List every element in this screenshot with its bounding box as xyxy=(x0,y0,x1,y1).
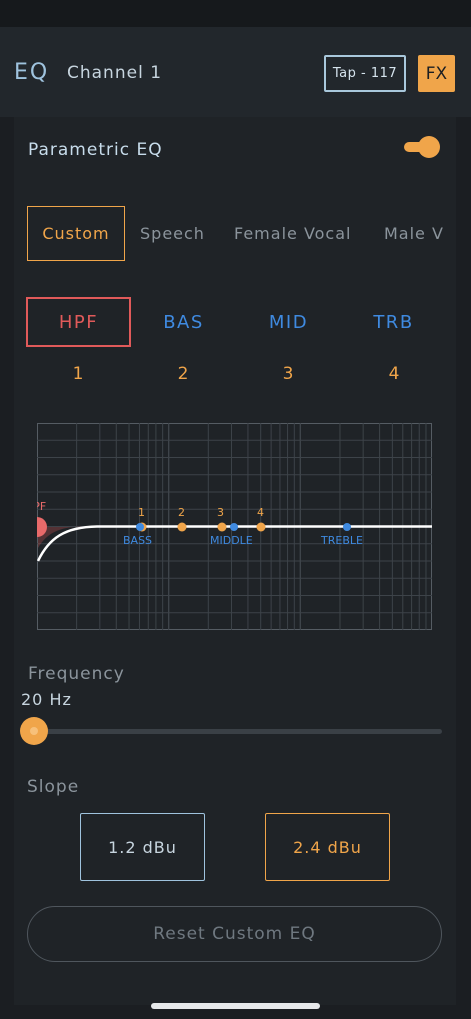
point-label-4: 4 xyxy=(257,506,264,519)
slope-option-1[interactable]: 1.2 dBu xyxy=(80,813,205,881)
toggle-knob xyxy=(418,136,440,158)
slope-option-2[interactable]: 2.4 dBu xyxy=(265,813,390,881)
eq-response-graph[interactable]: HPF 1 2 3 4 BASS MIDDLE TREBLE xyxy=(37,423,432,630)
point-label-1: 1 xyxy=(138,506,145,519)
home-indicator[interactable] xyxy=(151,1003,320,1009)
band-tab-mid[interactable]: MID xyxy=(236,297,341,347)
preset-scroller[interactable]: Custom Speech Female Vocal Male V xyxy=(27,206,447,262)
eq-point-2 xyxy=(177,522,187,532)
band-number-2: 2 xyxy=(177,364,189,384)
frequency-label: Frequency xyxy=(28,664,125,684)
preset-male-vocal[interactable]: Male V xyxy=(384,206,444,261)
band-tab-hpf[interactable]: HPF xyxy=(26,297,131,347)
band-label-bass: BASS xyxy=(123,534,152,547)
parametric-eq-label: Parametric EQ xyxy=(28,140,163,160)
frequency-slider[interactable] xyxy=(34,729,442,734)
eq-point-3 xyxy=(217,522,227,532)
fx-button[interactable]: FX xyxy=(418,55,455,92)
frequency-value: 20 Hz xyxy=(21,690,72,709)
preset-speech[interactable]: Speech xyxy=(140,206,205,261)
tap-tempo-button[interactable]: Tap - 117 xyxy=(324,55,406,92)
band-number-3: 3 xyxy=(282,364,294,384)
band-label-treble: TREBLE xyxy=(320,534,363,547)
page-title: EQ xyxy=(14,60,50,85)
point-label-2: 2 xyxy=(178,506,185,519)
hpf-graph-label: HPF xyxy=(37,500,46,513)
slope-label: Slope xyxy=(27,777,80,797)
reset-custom-eq-button[interactable]: Reset Custom EQ xyxy=(27,906,442,962)
status-bar xyxy=(0,0,471,27)
band-tab-treble[interactable]: TRB xyxy=(341,297,446,347)
treble-point xyxy=(343,523,351,531)
middle-point xyxy=(230,523,238,531)
band-label-middle: MIDDLE xyxy=(210,534,253,547)
channel-label: Channel 1 xyxy=(67,63,163,83)
band-number-1: 1 xyxy=(72,364,84,384)
preset-female-vocal[interactable]: Female Vocal xyxy=(234,206,351,261)
band-tab-bass[interactable]: BAS xyxy=(131,297,236,347)
parametric-eq-toggle[interactable] xyxy=(404,136,440,158)
preset-custom[interactable]: Custom xyxy=(27,206,125,261)
eq-point-4 xyxy=(256,522,266,532)
band-number-4: 4 xyxy=(388,364,400,384)
bass-point xyxy=(136,523,144,531)
frequency-slider-handle[interactable] xyxy=(20,717,48,745)
point-label-3: 3 xyxy=(217,506,224,519)
